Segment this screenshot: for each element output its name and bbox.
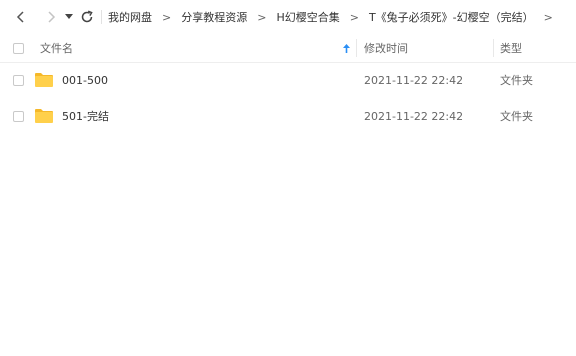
breadcrumb-item-share-resources[interactable]: 分享教程资源: [181, 9, 247, 25]
column-divider[interactable]: [356, 39, 357, 57]
navigation-toolbar: 我的网盘 > 分享教程资源 > H幻樱空合集 > T《兔子必须死》-幻樱空（完结…: [0, 0, 576, 34]
column-header-name[interactable]: 文件名: [40, 34, 73, 62]
column-header-name-label: 文件名: [40, 42, 73, 55]
file-name[interactable]: 001-500: [62, 62, 108, 98]
breadcrumb-separator-icon: >: [162, 10, 172, 24]
refresh-button[interactable]: [77, 7, 97, 27]
file-list-header: 文件名 修改时间 类型: [0, 34, 576, 63]
modified-time-label: 2021-11-22 22:42: [364, 109, 464, 123]
file-name-label: 001-500: [62, 73, 108, 87]
sort-ascending-icon[interactable]: [343, 34, 350, 62]
modified-time: 2021-11-22 22:42: [364, 62, 463, 98]
file-type: 文件夹: [500, 62, 533, 98]
file-row[interactable]: 501-完结 2021-11-22 22:42 文件夹: [0, 98, 576, 134]
history-dropdown-button[interactable]: [63, 7, 75, 27]
breadcrumb-more-icon[interactable]: >: [544, 11, 553, 24]
breadcrumb-root[interactable]: 我的网盘: [108, 9, 152, 25]
column-header-modified[interactable]: 修改时间: [364, 34, 408, 62]
forward-button[interactable]: [41, 7, 61, 27]
file-type: 文件夹: [500, 98, 533, 134]
toolbar-divider: [101, 10, 102, 24]
row-checkbox-cell: [13, 62, 24, 98]
row-checkbox-cell: [13, 98, 24, 134]
column-divider[interactable]: [493, 39, 494, 57]
select-all-cell: [13, 34, 24, 62]
file-row[interactable]: 001-500 2021-11-22 22:42 文件夹: [0, 62, 576, 98]
select-all-checkbox[interactable]: [13, 42, 24, 54]
column-header-type[interactable]: 类型: [500, 34, 522, 62]
row-checkbox[interactable]: [13, 110, 24, 122]
refresh-icon: [81, 10, 93, 23]
file-name[interactable]: 501-完结: [62, 98, 109, 134]
chevron-left-icon: [16, 11, 24, 23]
file-type-label: 文件夹: [500, 74, 533, 87]
modified-time: 2021-11-22 22:42: [364, 98, 463, 134]
breadcrumb-separator-icon: >: [257, 10, 267, 24]
folder-icon: [34, 98, 54, 134]
breadcrumb-separator-icon: >: [349, 10, 359, 24]
breadcrumb-item-collection[interactable]: H幻樱空合集: [276, 9, 339, 25]
file-type-label: 文件夹: [500, 110, 533, 123]
caret-down-icon: [65, 14, 73, 19]
breadcrumb-item-current[interactable]: T《兔子必须死》-幻樱空（完结）: [369, 9, 534, 25]
column-header-modified-label: 修改时间: [364, 42, 408, 55]
row-checkbox[interactable]: [13, 74, 24, 86]
modified-time-label: 2021-11-22 22:42: [364, 73, 464, 87]
file-name-label: 501-完结: [62, 110, 109, 123]
column-header-type-label: 类型: [500, 42, 522, 55]
chevron-right-icon: [48, 11, 56, 23]
back-button[interactable]: [11, 7, 31, 27]
folder-icon: [34, 62, 54, 98]
